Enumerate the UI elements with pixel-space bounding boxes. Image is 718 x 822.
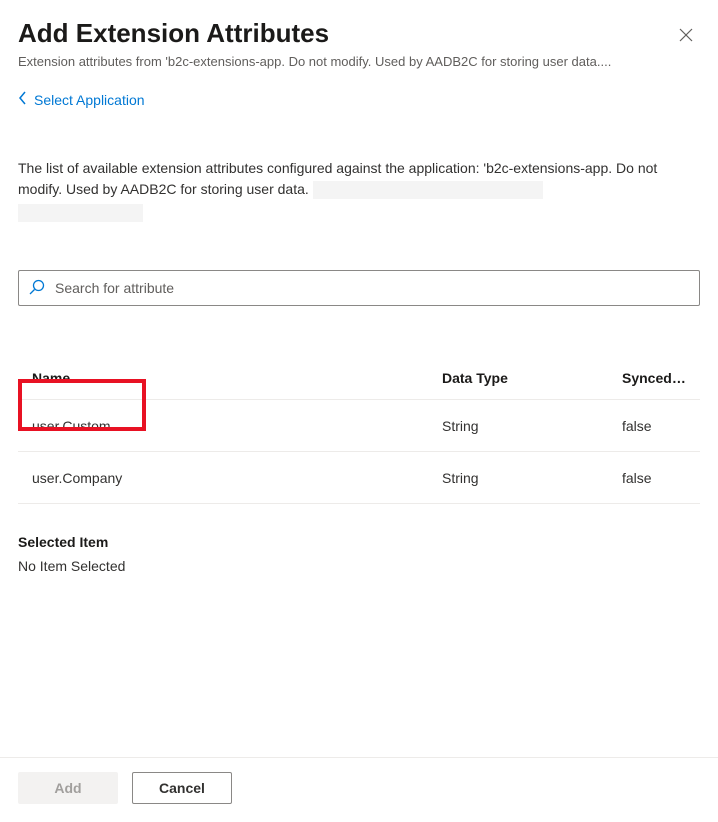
chevron-left-icon: [18, 91, 28, 108]
cell-name: user.Custom: [32, 418, 442, 434]
cell-syncedfrom: false: [622, 418, 686, 434]
close-icon: [679, 28, 693, 45]
table-row[interactable]: user.Company String false: [18, 452, 700, 504]
search-icon: [29, 279, 45, 298]
search-input[interactable]: [55, 280, 689, 296]
add-button[interactable]: Add: [18, 772, 118, 804]
cell-name: user.Company: [32, 470, 442, 486]
page-title: Add Extension Attributes: [18, 18, 329, 49]
breadcrumb-label: Select Application: [34, 92, 145, 108]
table-row[interactable]: user.Custom String false: [18, 400, 700, 452]
breadcrumb-back[interactable]: Select Application: [18, 91, 700, 108]
redacted-area: [313, 181, 543, 199]
description-text: The list of available extension attribut…: [18, 158, 700, 222]
selected-item-section: Selected Item No Item Selected: [18, 534, 700, 574]
search-field-wrapper[interactable]: [18, 270, 700, 306]
close-button[interactable]: [672, 22, 700, 50]
selected-item-value: No Item Selected: [18, 558, 700, 574]
footer: Add Cancel: [18, 743, 700, 822]
page-subtitle: Extension attributes from 'b2c-extension…: [18, 54, 700, 69]
cell-syncedfrom: false: [622, 470, 686, 486]
cell-datatype: String: [442, 470, 622, 486]
selected-item-heading: Selected Item: [18, 534, 700, 550]
column-header-syncedfrom[interactable]: Synced From ...: [622, 370, 686, 386]
column-header-name[interactable]: Name: [32, 370, 442, 386]
attributes-table: Name Data Type Synced From ... user.Cust…: [18, 356, 700, 504]
column-header-datatype[interactable]: Data Type: [442, 370, 622, 386]
redacted-area: [18, 204, 143, 222]
cancel-button[interactable]: Cancel: [132, 772, 232, 804]
table-header: Name Data Type Synced From ...: [18, 356, 700, 400]
cell-datatype: String: [442, 418, 622, 434]
footer-divider: [0, 757, 718, 758]
